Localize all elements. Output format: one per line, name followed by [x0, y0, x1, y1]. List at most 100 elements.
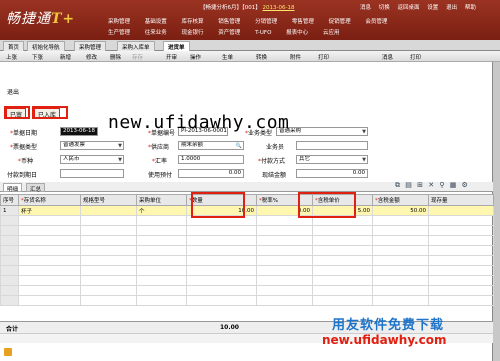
login-date[interactable]: 2013-06-18	[263, 5, 295, 11]
cash-field[interactable]: 0.00	[296, 169, 368, 178]
col-stock[interactable]: 现存量	[428, 194, 494, 206]
prepay-field[interactable]: 0.00	[178, 169, 244, 178]
table-row[interactable]: 1 杯子 个 10.00 0.00 5.00 50.00	[0, 205, 494, 216]
logout-link[interactable]: 退出	[446, 5, 457, 11]
menu-production[interactable]: 生产管理	[108, 28, 130, 36]
gen-order-button[interactable]: 生单	[222, 53, 233, 61]
top-links: 消息 切换 返回桌面 设置 退出 帮助	[360, 3, 482, 11]
cell-amount[interactable]: 50.00	[372, 205, 429, 216]
desktop-link[interactable]: 返回桌面	[398, 5, 420, 11]
filter-icon[interactable]: ⚲	[439, 181, 444, 189]
table-row[interactable]	[0, 255, 494, 266]
help-link[interactable]: 帮助	[465, 5, 476, 11]
date-field[interactable]: 2013-06-18	[60, 127, 98, 136]
tab-purchase-inbound[interactable]: 采购入库单	[117, 41, 155, 51]
copy-icon[interactable]: ⧉	[395, 181, 400, 189]
menu-cloud[interactable]: 云应用	[323, 28, 340, 36]
print-button[interactable]: 打印	[410, 53, 421, 61]
table-row[interactable]	[0, 245, 494, 256]
search-icon[interactable]: 🔍	[236, 143, 242, 149]
pay-method-select[interactable]: 其它 ▼	[296, 155, 368, 164]
logo-text: 畅捷通	[6, 11, 51, 27]
prev-button[interactable]: 上张	[6, 53, 17, 61]
next-button[interactable]: 下张	[32, 53, 43, 61]
table-row[interactable]	[0, 235, 494, 246]
table-row[interactable]	[0, 215, 494, 226]
table-row[interactable]	[0, 275, 494, 286]
tab-detail[interactable]: 明细	[3, 183, 23, 193]
table-row[interactable]	[0, 265, 494, 276]
tab-summary[interactable]: 汇总	[26, 183, 46, 193]
tab-purchase[interactable]: 采购管理	[74, 41, 107, 51]
table-row[interactable]	[0, 225, 494, 236]
invoice-type-select[interactable]: 普通发票 ▼	[60, 141, 124, 150]
cell-spec[interactable]	[80, 205, 137, 216]
save-button[interactable]: 存存	[132, 53, 143, 61]
operate-button[interactable]: 操作	[190, 53, 201, 61]
highlight-quantity	[191, 192, 245, 218]
date-label: *单据日期	[10, 130, 38, 137]
col-seq[interactable]: 序号	[0, 194, 19, 206]
col-item-name[interactable]: *存货名称	[18, 194, 81, 206]
main-menu-row1: 采购管理 基础设置 库存核算 销售管理 分销管理 零售管理 促销管理 会员管理	[108, 17, 400, 27]
chevron-down-icon: ▼	[118, 157, 122, 163]
print-preview-button[interactable]: 打印	[318, 53, 329, 61]
switch-link[interactable]: 切换	[379, 5, 390, 11]
menu-accounts[interactable]: 往来业务	[145, 28, 167, 36]
delete-row-icon[interactable]: ✕	[428, 181, 434, 189]
chevron-down-icon: ▼	[118, 143, 122, 149]
grid-header-row: 序号 *存货名称 规格型号 采购单位 *数量 *税率% *含税单价 *含税金额 …	[0, 194, 494, 206]
menu-stock[interactable]: 库存核算	[182, 17, 204, 25]
grid-settings-icon[interactable]: ⚙	[462, 181, 468, 189]
tab-home[interactable]: 首页	[3, 41, 25, 51]
cell-item-name[interactable]: 杯子	[18, 205, 81, 216]
tab-bar: 首页 初始化导航 采购管理 采购入库单 进货单	[0, 40, 500, 51]
unaudit-button[interactable]: 开审	[166, 53, 177, 61]
message-link[interactable]: 消息	[360, 5, 371, 11]
edit-button[interactable]: 修改	[86, 53, 97, 61]
convert-button[interactable]: 转换	[256, 53, 267, 61]
table-row[interactable]	[0, 295, 494, 306]
menu-assets[interactable]: 资产管理	[218, 28, 240, 36]
columns-icon[interactable]: ▦	[450, 181, 457, 189]
cell-seq: 1	[0, 205, 19, 216]
menu-member[interactable]: 会员管理	[365, 17, 387, 25]
menu-purchase[interactable]: 采购管理	[108, 17, 130, 25]
menu-cash[interactable]: 现金银行	[182, 28, 204, 36]
delete-button[interactable]: 删除	[110, 53, 121, 61]
settings-link[interactable]: 设置	[427, 5, 438, 11]
tab-init-guide[interactable]: 初始化导航	[27, 41, 65, 51]
message-button[interactable]: 消息	[382, 53, 393, 61]
biz-type-select[interactable]: 普通采购 ▼	[276, 127, 368, 136]
vertical-scrollbar[interactable]	[493, 62, 500, 361]
currency-select[interactable]: 人民币 ▼	[60, 155, 124, 164]
col-spec[interactable]: 规格型号	[80, 194, 137, 206]
menu-promotion[interactable]: 促销管理	[329, 17, 351, 25]
col-unit[interactable]: 采购单位	[136, 194, 187, 206]
cell-unit[interactable]: 个	[136, 205, 187, 216]
menu-ufo[interactable]: T-UFO	[255, 30, 271, 36]
footer-url: new.ufidawhy.com	[322, 333, 447, 347]
menu-report[interactable]: 报表中心	[286, 28, 308, 36]
total-quantity: 10.00	[220, 324, 239, 331]
insert-icon[interactable]: ⊞	[417, 181, 423, 189]
supplier-field[interactable]: 期末余额 🔍	[178, 141, 244, 150]
salesman-field[interactable]	[296, 141, 368, 150]
menu-retail[interactable]: 零售管理	[292, 17, 314, 25]
tab-purchase-order[interactable]: 进货单	[163, 41, 190, 51]
highlight-audited	[4, 106, 30, 119]
currency-label: *币种	[18, 158, 34, 165]
cell-stock[interactable]	[428, 205, 494, 216]
attachment-button[interactable]: 附件	[290, 53, 301, 61]
paste-icon[interactable]: ▤	[405, 181, 412, 189]
menu-basic[interactable]: 基础设置	[145, 17, 167, 25]
new-button[interactable]: 新增	[60, 53, 71, 61]
rate-field[interactable]: 1.0000	[178, 155, 244, 164]
menu-sales[interactable]: 销售管理	[218, 17, 240, 25]
exit-link[interactable]: 退出	[7, 87, 19, 96]
total-label: 合计	[6, 326, 19, 333]
col-amount[interactable]: *含税金额	[372, 194, 429, 206]
pay-date-field[interactable]	[60, 169, 124, 178]
table-row[interactable]	[0, 285, 494, 296]
menu-distribution[interactable]: 分销管理	[255, 17, 277, 25]
